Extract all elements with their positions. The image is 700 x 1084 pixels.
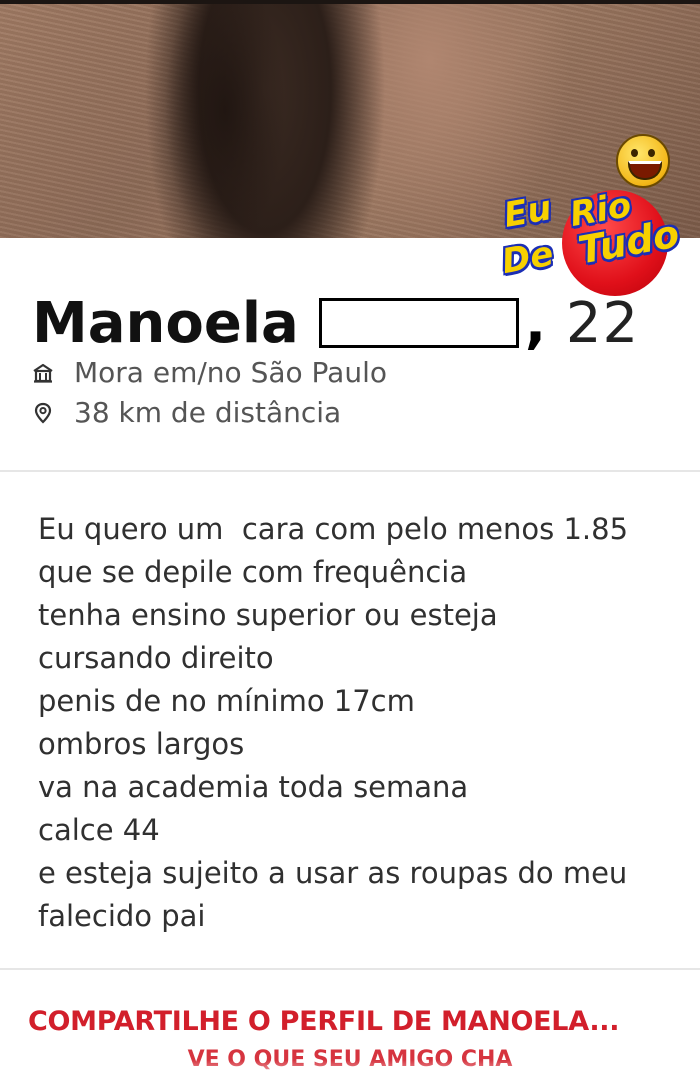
bio-line: penis de no mínimo 17cm xyxy=(38,684,415,718)
profile-name: Manoela xyxy=(32,291,299,356)
smiley-icon xyxy=(616,134,670,188)
bottom-fade xyxy=(0,1060,700,1084)
bio-line: cursando direito xyxy=(38,641,274,675)
bio-line: calce 44 xyxy=(38,813,160,847)
watermark-text: Eu xyxy=(500,188,555,236)
age-separator: , xyxy=(524,291,548,356)
location-text: Mora em/no São Paulo xyxy=(74,356,387,389)
distance-text: 38 km de distância xyxy=(74,396,342,429)
home-icon xyxy=(33,363,53,383)
section-divider xyxy=(0,470,700,472)
bio-line: va na academia toda semana xyxy=(38,770,469,804)
age-value: 22 xyxy=(565,291,640,356)
bio-line: Eu quero um cara com pelo menos 1.85 xyxy=(38,512,629,546)
photo-top-edge xyxy=(0,0,700,4)
profile-header: Manoela , 22 xyxy=(32,272,639,352)
bio-line: tenha ensino superior ou esteja xyxy=(38,598,498,632)
share-profile-button[interactable]: COMPARTILHE O PERFIL DE MANOELA... xyxy=(28,1006,688,1037)
location-row: Mora em/no São Paulo xyxy=(32,356,387,389)
photo-hair-shadow xyxy=(165,0,315,238)
bio-line: ombros largos xyxy=(38,727,245,761)
bio-line: falecido pai xyxy=(38,899,206,933)
profile-age: , 22 xyxy=(525,296,639,352)
bio-line: e esteja sujeito a usar as roupas do meu xyxy=(38,856,628,890)
watermark-logo: Eu Rio De Tudo xyxy=(499,132,690,296)
bio-line: que se depile com frequência xyxy=(38,555,468,589)
section-divider xyxy=(0,968,700,970)
distance-row: 38 km de distância xyxy=(32,396,341,429)
bio-text: Eu quero um cara com pelo menos 1.85 que… xyxy=(38,508,688,938)
redacted-surname-box xyxy=(318,298,519,348)
map-pin-icon xyxy=(34,402,52,424)
